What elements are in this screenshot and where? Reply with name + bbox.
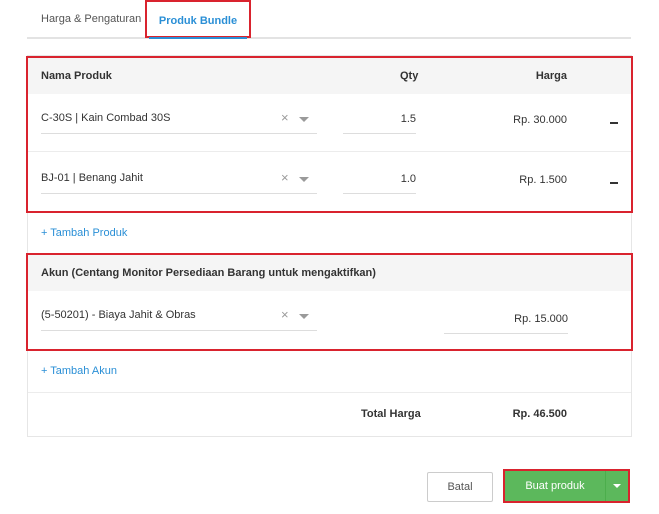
products-highlight <box>26 56 633 213</box>
total-label: Total Harga <box>361 408 421 420</box>
create-product-button[interactable]: Buat produk <box>505 471 605 501</box>
add-product-link[interactable]: + Tambah Produk <box>41 227 127 239</box>
active-tab-indicator <box>149 37 247 39</box>
chevron-down-icon <box>613 484 621 488</box>
cancel-button[interactable]: Batal <box>427 472 493 502</box>
divider <box>28 392 631 393</box>
tab-pricing-settings[interactable]: Harga & Pengaturan <box>41 0 141 38</box>
add-account-link[interactable]: + Tambah Akun <box>41 365 117 377</box>
account-highlight <box>26 253 633 351</box>
tab-product-bundle[interactable]: Produk Bundle <box>145 0 251 38</box>
create-options-dropdown[interactable] <box>605 471 628 501</box>
total-value: Rp. 46.500 <box>512 408 567 420</box>
tab-bar: Harga & Pengaturan Produk Bundle <box>27 0 631 39</box>
